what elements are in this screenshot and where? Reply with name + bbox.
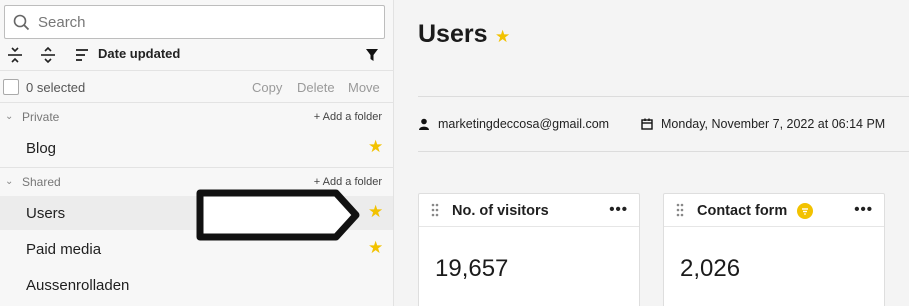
drag-handle-icon[interactable] bbox=[431, 203, 439, 217]
calendar-icon bbox=[641, 118, 653, 130]
divider bbox=[418, 151, 909, 152]
card-value: 19,657 bbox=[435, 255, 509, 282]
owner-email: marketingdeccosa@gmail.com bbox=[418, 117, 609, 131]
sidebar: Date updated 0 selected Copy Delete Move… bbox=[0, 0, 394, 306]
star-icon[interactable]: ★ bbox=[368, 239, 383, 256]
filter-badge-icon[interactable] bbox=[797, 203, 813, 219]
sidebar-toolbar: Date updated bbox=[0, 42, 394, 68]
metric-card[interactable]: No. of visitors ••• 19,657 bbox=[418, 193, 640, 306]
main-panel: Users ★ marketingdeccosa@gmail.com Monda… bbox=[395, 0, 909, 306]
sidebar-item-blog[interactable]: Blog ★ bbox=[0, 131, 393, 165]
more-options-icon[interactable]: ••• bbox=[854, 201, 873, 218]
sidebar-item-label: Aussenrolladen bbox=[26, 277, 130, 294]
star-icon[interactable]: ★ bbox=[495, 27, 510, 47]
user-icon bbox=[419, 118, 429, 130]
sort-label[interactable]: Date updated bbox=[98, 46, 180, 61]
metric-card[interactable]: Contact form ••• 2,026 bbox=[663, 193, 885, 306]
email-text: marketingdeccosa@gmail.com bbox=[438, 117, 610, 131]
selection-row: 0 selected Copy Delete Move bbox=[0, 73, 394, 101]
sidebar-item-label: Paid media bbox=[26, 241, 102, 258]
section-private[interactable]: ⌄ Private + Add a folder bbox=[0, 108, 394, 128]
search-icon bbox=[13, 14, 30, 30]
copy-button[interactable]: Copy bbox=[252, 80, 282, 95]
search-input[interactable] bbox=[38, 13, 358, 31]
add-folder-button[interactable]: + Add a folder bbox=[314, 111, 382, 123]
star-icon[interactable]: ★ bbox=[368, 138, 383, 155]
selected-count: 0 selected bbox=[26, 80, 86, 95]
divider bbox=[0, 70, 394, 71]
card-header: Contact form ••• bbox=[664, 194, 884, 227]
expand-all-icon[interactable] bbox=[38, 45, 58, 65]
more-options-icon[interactable]: ••• bbox=[609, 201, 628, 218]
move-button[interactable]: Move bbox=[348, 80, 380, 95]
sort-icon[interactable] bbox=[72, 45, 92, 65]
section-label: Private bbox=[22, 110, 60, 124]
page-title: Users bbox=[418, 20, 488, 48]
delete-button[interactable]: Delete bbox=[297, 80, 335, 95]
section-label: Shared bbox=[22, 175, 61, 189]
star-icon[interactable]: ★ bbox=[368, 203, 383, 220]
divider bbox=[418, 96, 909, 97]
add-folder-button[interactable]: + Add a folder bbox=[314, 176, 382, 188]
card-header: No. of visitors ••• bbox=[419, 194, 639, 227]
chevron-down-icon[interactable]: ⌄ bbox=[5, 111, 13, 122]
drag-handle-icon[interactable] bbox=[676, 203, 684, 217]
card-title: No. of visitors bbox=[452, 203, 549, 219]
divider bbox=[0, 102, 394, 103]
chevron-down-icon[interactable]: ⌄ bbox=[5, 176, 13, 187]
updated-date: Monday, November 7, 2022 at 06:14 PM bbox=[641, 117, 885, 131]
divider bbox=[0, 167, 394, 168]
sidebar-item-label: Blog bbox=[26, 140, 57, 157]
filter-icon[interactable] bbox=[362, 45, 382, 65]
search-box[interactable] bbox=[4, 5, 385, 39]
sidebar-item-label: Users bbox=[26, 205, 66, 222]
callout-arrow-shape bbox=[196, 189, 360, 241]
select-all-checkbox[interactable] bbox=[3, 79, 19, 95]
collapse-all-icon[interactable] bbox=[5, 45, 25, 65]
card-value: 2,026 bbox=[680, 255, 741, 282]
card-title: Contact form bbox=[697, 203, 788, 219]
sidebar-item-aussenrolladen[interactable]: Aussenrolladen bbox=[0, 268, 393, 302]
date-text: Monday, November 7, 2022 at 06:14 PM bbox=[661, 117, 886, 131]
